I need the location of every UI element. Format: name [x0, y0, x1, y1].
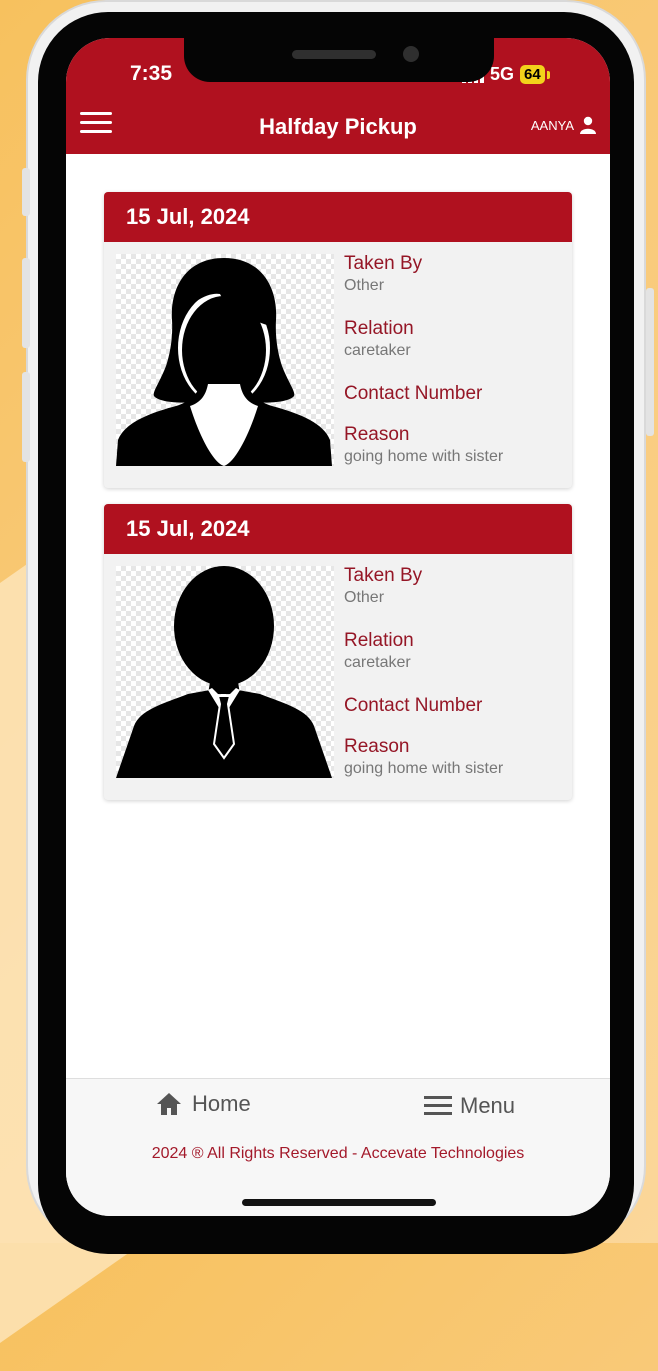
taken-by-value: Other [344, 277, 385, 294]
pickup-details: Taken By Other Relation caretaker Contac… [344, 252, 564, 488]
user-name: AANYA [530, 117, 574, 133]
notch [184, 38, 494, 82]
pickup-card-body: Taken By Other Relation caretaker Contac… [104, 242, 572, 488]
contact-number-label: Contact Number [344, 695, 483, 716]
home-nav-button[interactable]: Home [156, 1091, 251, 1117]
relation-label: Relation [344, 318, 414, 339]
pickup-list: 15 Jul, 2024 Taken By Other Relation car… [104, 192, 572, 816]
pickup-date: 15 Jul, 2024 [104, 504, 572, 554]
taken-by-label: Taken By [344, 253, 423, 274]
pickup-photo [116, 566, 334, 778]
app-screen: 7:35 5G 64 Halfday Pickup AANYA 15 Jul, … [66, 38, 610, 1216]
power-button [646, 288, 654, 436]
footer-copyright: 2024 ® All Rights Reserved - Accevate Te… [151, 1145, 525, 1162]
taken-by-value: Other [344, 589, 385, 606]
relation-label: Relation [344, 630, 414, 651]
volume-down-button [22, 372, 30, 462]
bottom-navigation: Home Menu 2024 ® All Rights Reserved - A… [66, 1078, 610, 1216]
pickup-photo [116, 254, 334, 466]
pickup-card-body: Taken By Other Relation caretaker Contac… [104, 554, 572, 800]
speaker-grille [292, 50, 376, 59]
reason-label: Reason [344, 736, 410, 757]
menu-nav-button[interactable]: Menu [424, 1091, 515, 1120]
user-icon [580, 116, 596, 134]
pickup-date: 15 Jul, 2024 [104, 192, 572, 242]
relation-value: caretaker [344, 654, 411, 671]
mute-switch [22, 168, 30, 216]
pickup-card: 15 Jul, 2024 Taken By Other Relation car… [104, 192, 572, 488]
pickup-details: Taken By Other Relation caretaker Contac… [344, 564, 564, 800]
male-avatar-icon [116, 566, 332, 778]
contact-number-label: Contact Number [344, 383, 483, 404]
status-time: 7:35 [130, 62, 173, 85]
battery-icon: 64 [520, 65, 545, 84]
reason-value: going home with sister [344, 448, 504, 465]
taken-by-label: Taken By [344, 565, 423, 586]
home-label: Home [192, 1091, 251, 1116]
home-indicator[interactable] [242, 1199, 436, 1206]
reason-value: going home with sister [344, 760, 504, 777]
menu-icon [424, 1091, 452, 1120]
app-header: Halfday Pickup AANYA [66, 98, 610, 154]
front-camera [403, 46, 419, 62]
page-title: Halfday Pickup [259, 114, 417, 139]
pickup-card: 15 Jul, 2024 Taken By Other Relation car… [104, 504, 572, 800]
relation-value: caretaker [344, 342, 411, 359]
home-icon [157, 1093, 181, 1115]
network-type: 5G [490, 64, 515, 84]
battery-level: 64 [524, 66, 541, 83]
menu-label: Menu [460, 1092, 516, 1118]
battery-tip [546, 70, 550, 79]
female-avatar-icon [116, 258, 332, 466]
user-profile[interactable]: AANYA [531, 116, 596, 134]
reason-label: Reason [344, 424, 410, 445]
volume-up-button [22, 258, 30, 348]
